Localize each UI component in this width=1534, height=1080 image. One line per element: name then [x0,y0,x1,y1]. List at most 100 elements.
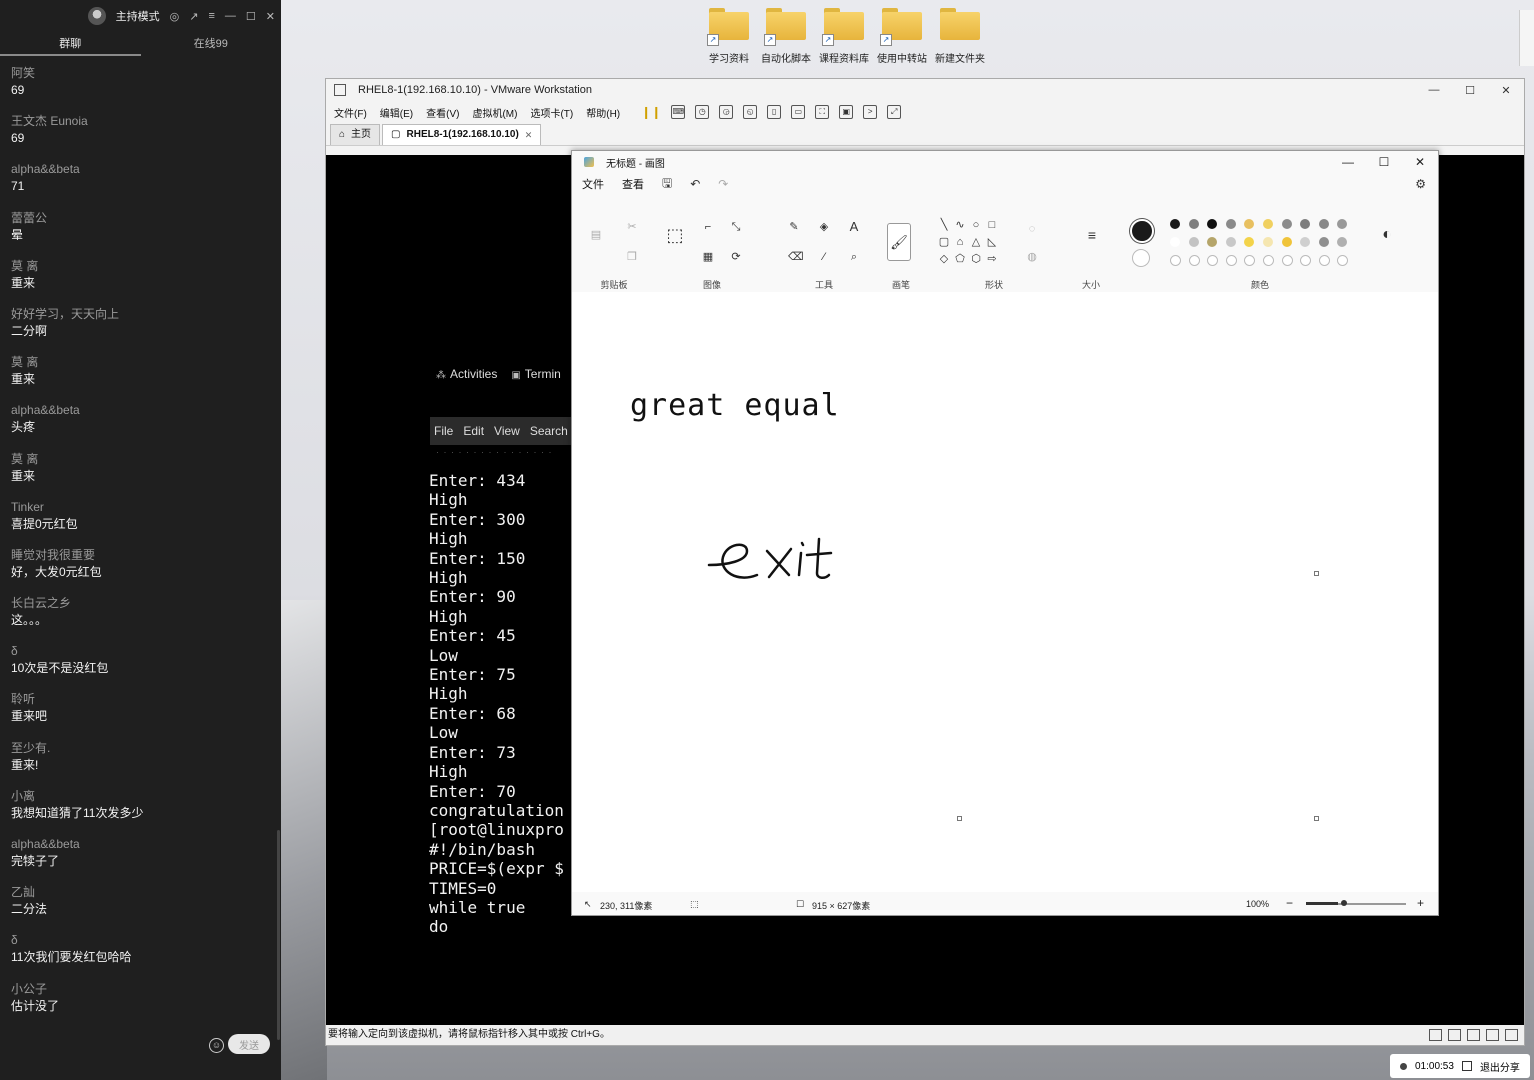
color-swatch[interactable] [1225,237,1236,247]
custom-color-slot[interactable] [1263,255,1274,266]
eraser-icon[interactable]: ⌫ [788,251,804,263]
color-swatch[interactable] [1207,237,1218,247]
sender-name[interactable]: 蕾蕾公 [11,209,270,227]
scrollbar[interactable] [277,830,280,1040]
sender-name[interactable]: alpha&&beta [11,835,270,853]
resize-handle[interactable] [1314,571,1319,576]
maximize-icon[interactable]: ☐ [1366,155,1402,169]
menu-view[interactable]: 查看(V) [426,105,459,120]
sender-name[interactable]: 阿笑 [11,64,270,82]
menu-view[interactable]: 查看 [622,176,644,192]
sender-name[interactable]: δ [11,931,270,949]
pentagon-icon[interactable]: ⬠ [954,253,966,265]
polygon-icon[interactable]: ⌂ [954,236,966,248]
oval-shape-icon[interactable]: ○ [970,219,982,231]
send-button[interactable]: 发送 [228,1034,270,1054]
diamond-icon[interactable]: ◇ [938,253,950,265]
resize-icon[interactable]: ⤡ [730,221,742,233]
fullscreen-icon[interactable]: ⛶ [815,105,830,119]
menu-vm[interactable]: 虚拟机(M) [472,105,517,120]
term-menu-file[interactable]: File [434,424,453,438]
zoom-slider-knob[interactable] [1341,900,1347,906]
rotate-icon[interactable]: ⟳ [730,251,742,263]
desktop-icon-2[interactable]: ↗ 自动化脚本 [758,8,814,65]
text-tool-icon[interactable]: A [848,220,860,233]
tab-home[interactable]: ⌂ 主页 [330,124,381,145]
color-swatch[interactable] [1170,237,1180,247]
color-swatch[interactable] [1281,237,1292,247]
resize-grip-icon[interactable] [1505,1029,1518,1041]
color-swatch[interactable] [1281,219,1292,229]
paint-canvas[interactable]: great equal [572,292,1438,892]
resize-handle[interactable] [957,816,962,821]
sender-name[interactable]: 好好学习，天天向上 [11,305,270,323]
color-swatch[interactable] [1318,237,1329,247]
secondary-color-swatch[interactable] [1132,249,1150,267]
triangle-icon[interactable]: △ [970,236,982,248]
host-mode-label[interactable]: 主持模式 [116,8,160,24]
settings-icon[interactable]: ◎ [170,10,180,23]
primary-color-swatch[interactable] [1130,219,1154,243]
menu-help[interactable]: 帮助(H) [586,105,620,120]
thumbnail-icon[interactable]: ▭ [791,105,806,119]
stop-share-button[interactable]: 退出分享 [1480,1059,1520,1074]
snapshot-manager-icon[interactable]: ◵ [743,105,758,119]
custom-color-slot[interactable] [1170,255,1181,266]
term-menu-view[interactable]: View [494,424,520,438]
custom-color-slot[interactable] [1337,255,1349,266]
color-swatch[interactable] [1225,219,1236,229]
brush-icon[interactable]: 🖌 [887,223,911,261]
color-swatch[interactable] [1263,237,1273,247]
arrow-shape-icon[interactable]: ⇨ [986,253,998,265]
rounded-rect-icon[interactable]: ▢ [938,236,950,248]
sender-name[interactable]: 聆听 [11,690,270,708]
menu-icon[interactable]: ≡ [208,10,214,22]
shape-fill-icon[interactable]: ◍ [1026,251,1038,263]
rect-shape-icon[interactable]: □ [986,219,998,231]
stretch-icon[interactable]: ⤢ [887,105,902,119]
custom-color-slot[interactable] [1300,255,1312,266]
desktop-icon-1[interactable]: ↗ 学习资料 [701,8,757,65]
tab-online[interactable]: 在线99 [141,32,282,56]
crop-icon[interactable]: ⌐ [702,221,714,233]
close-icon[interactable]: ✕ [1402,155,1438,169]
sender-name[interactable]: δ [11,642,270,660]
close-icon[interactable]: ✕ [266,10,275,23]
color-swatch[interactable] [1244,219,1255,229]
cdrom-icon[interactable] [1448,1029,1461,1041]
settings-icon[interactable]: ⚙ [1415,177,1426,191]
maximize-icon[interactable]: ☐ [246,10,256,23]
sender-name[interactable]: 莫 离 [11,450,270,468]
activities-button[interactable]: ⁂ Activities [436,367,497,381]
close-icon[interactable]: ✕ [1488,84,1524,97]
custom-color-slot[interactable] [1244,255,1256,266]
term-menu-edit[interactable]: Edit [463,424,484,438]
save-icon[interactable]: 🖫 [662,174,672,195]
paste-icon[interactable]: ▤ [590,229,602,241]
zoom-in-icon[interactable]: + [1417,896,1424,910]
zoom-out-icon[interactable]: − [1286,896,1293,910]
custom-color-slot[interactable] [1188,255,1200,266]
image-ops-icon[interactable]: ▦ [702,251,714,263]
sender-name[interactable]: 小离 [11,787,270,805]
sender-name[interactable]: 乙訕 [11,883,270,901]
hexagon-icon[interactable]: ⬡ [970,253,982,265]
stop-share-icon[interactable] [1461,1061,1472,1071]
color-swatch[interactable] [1244,237,1255,247]
color-picker-icon[interactable]: ⁄ [818,251,830,263]
curve-shape-icon[interactable]: ∿ [954,219,966,231]
resize-handle[interactable] [1314,816,1319,821]
tab-vm[interactable]: ▢ RHEL8-1(192.168.10.10) ✕ [382,124,542,145]
line-shape-icon[interactable]: ╲ [938,219,950,231]
restore-snapshot-icon[interactable]: ◶ [719,105,734,119]
edit-colors-icon[interactable]: ◐ [1378,227,1396,247]
share-icon[interactable]: ↗ [189,10,198,23]
line-size-icon[interactable]: ≡ [1082,228,1102,242]
minimize-icon[interactable]: — [1416,84,1452,97]
menu-tabs[interactable]: 选项卡(T) [530,105,573,120]
close-tab-icon[interactable]: ✕ [525,125,533,145]
custom-color-slot[interactable] [1281,255,1293,266]
color-swatch[interactable] [1337,219,1348,229]
send-keys-icon[interactable]: ⌨ [671,105,686,119]
right-triangle-icon[interactable]: ◺ [986,236,998,248]
